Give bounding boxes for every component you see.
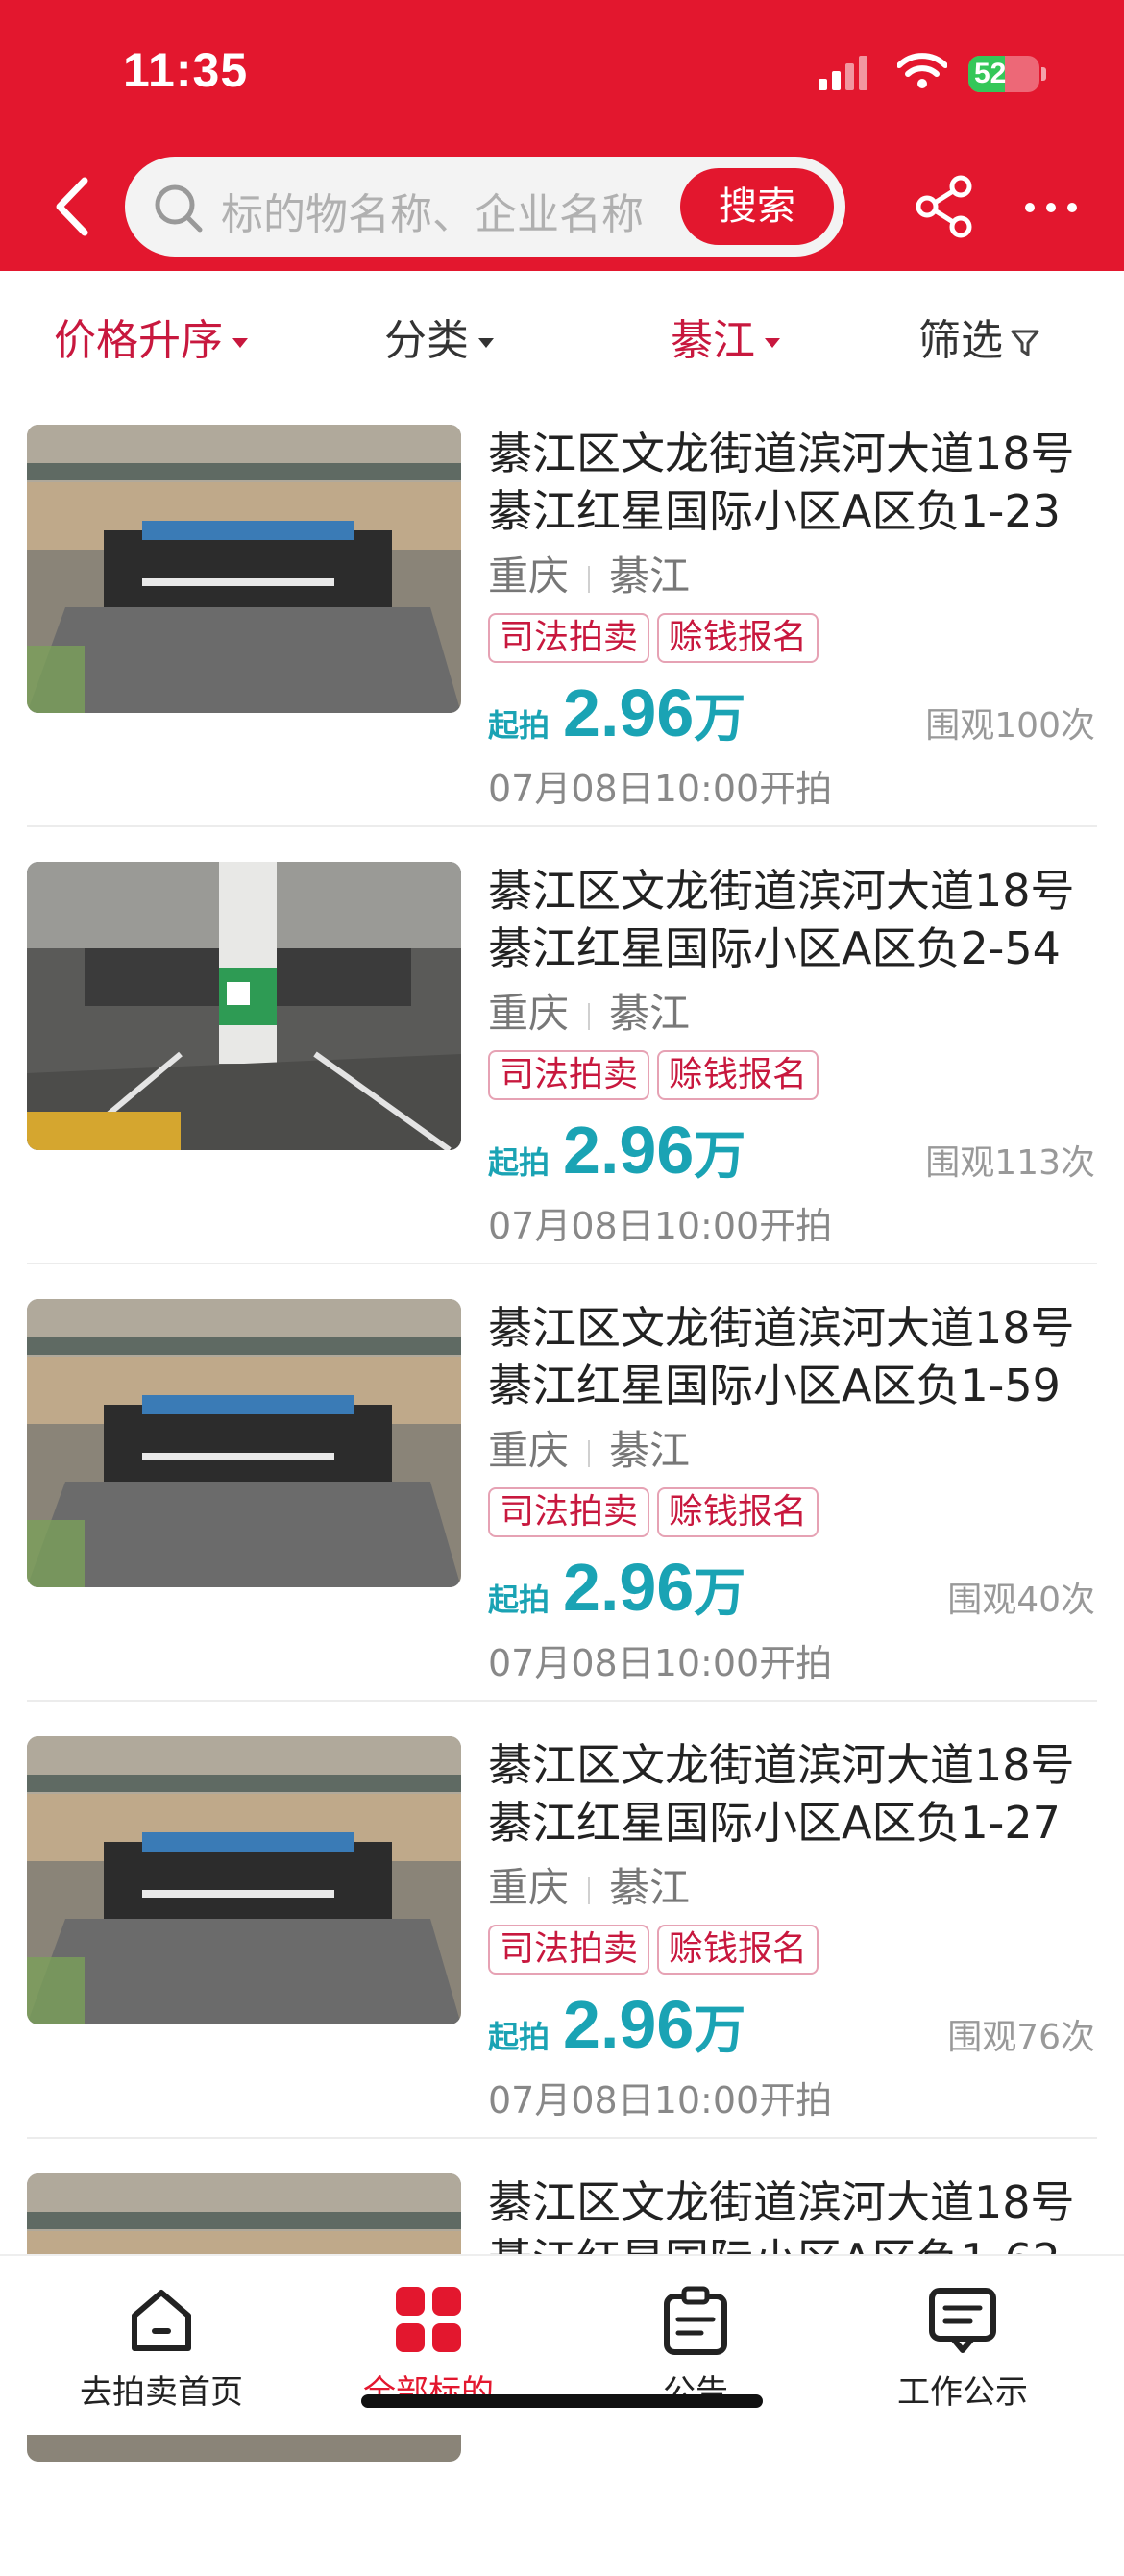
item-location: 重庆 綦江 [488,981,690,1040]
tag-credit-signup: 赊钱报名 [657,1487,819,1537]
item-location: 重庆 綦江 [488,544,690,602]
caret-down-icon [765,338,780,348]
region-filter-label: 綦江 [671,316,755,365]
price-unit: 万 [694,1999,746,2060]
item-location: 重庆 綦江 [488,1855,690,1914]
notice-icon [929,2288,996,2353]
more-icon[interactable] [1022,198,1080,217]
garage-photo [27,425,461,713]
search-button[interactable]: 搜索 [680,168,834,245]
caret-down-icon [478,338,494,348]
item-price: 起拍 2.96万 [488,1112,745,1189]
item-city: 重庆 [488,552,570,600]
price-value: 2.96 [563,675,695,750]
price-value: 2.96 [563,1113,695,1188]
item-tags: 司法拍卖 赊钱报名 [488,1050,826,1100]
item-tags: 司法拍卖 赊钱报名 [488,1925,826,1975]
tag-judicial-auction: 司法拍卖 [488,1925,650,1975]
item-title: 綦江区文龙街道滨河大道18号綦江红星国际小区A区负2-54 [488,865,1075,974]
item-district: 綦江 [609,552,691,600]
home-indicator [361,2394,763,2408]
tab-announcements[interactable]: 公告 [580,2283,811,2413]
list-item[interactable]: 綦江区文龙街道滨河大道18号綦江红星国际小区A区负1-27 重庆 綦江 司法拍卖赊… [0,1702,1124,2139]
filter-button[interactable]: 筛选 [918,306,1039,367]
price-unit: 万 [694,688,746,748]
price-value: 2.96 [563,1987,695,2062]
category-filter-label: 分类 [384,316,469,365]
status-time: 11:35 [123,43,249,97]
sort-filter[interactable]: 价格升序 [54,306,248,367]
wifi-icon [897,53,947,88]
price-unit: 万 [694,1562,746,1623]
auction-list: 綦江区文龙街道滨河大道18号綦江红星国际小区A区负1-23 重庆 綦江 司法拍卖赊… [0,390,1124,2576]
filter-bar: 价格升序 分类 綦江 筛选 [0,271,1124,390]
item-city: 重庆 [488,990,570,1037]
auction-start-time: 07月08日10:00开拍 [488,1205,833,1247]
tab-auction-home[interactable]: 去拍卖首页 [46,2283,277,2413]
filter-button-label: 筛选 [918,316,1003,365]
item-district: 綦江 [609,1427,691,1474]
tag-judicial-auction: 司法拍卖 [488,1050,650,1100]
tag-credit-signup: 赊钱报名 [657,613,819,663]
back-arrow-icon[interactable] [48,173,96,240]
item-tags: 司法拍卖 赊钱报名 [488,613,826,663]
grid-icon [396,2287,461,2352]
item-price: 起拍 2.96万 [488,1549,745,1626]
category-filter[interactable]: 分类 [384,306,494,367]
item-tags: 司法拍卖 赊钱报名 [488,1487,826,1537]
price-label: 起拍 [488,707,550,744]
price-value: 2.96 [563,1550,695,1625]
search-placeholder: 标的物名称、企业名称 [221,190,644,239]
battery-percent: 52 [974,58,1007,89]
item-title: 綦江区文龙街道滨河大道18号綦江红星国际小区A区负1-59 [488,1302,1075,1411]
tag-judicial-auction: 司法拍卖 [488,1487,650,1537]
garage-photo [27,1299,461,1587]
item-district: 綦江 [609,990,691,1037]
search-icon [155,184,203,233]
price-label: 起拍 [488,1582,550,1618]
list-item[interactable]: 綦江区文龙街道滨河大道18号綦江红星国际小区A区负1-59 重庆 綦江 司法拍卖赊… [0,1264,1124,1702]
item-title: 綦江区文龙街道滨河大道18号綦江红星国际小区A区负1-27 [488,1739,1075,1849]
item-location: 重庆 綦江 [488,1418,690,1477]
item-price: 起拍 2.96万 [488,1986,745,2063]
view-count: 围观40次 [947,1581,1095,1620]
region-filter[interactable]: 綦江 [671,306,780,367]
list-item[interactable]: 綦江区文龙街道滨河大道18号綦江红星国际小区A区负2-54 重庆 綦江 司法拍卖赊… [0,827,1124,1264]
battery-indicator: 52 [968,56,1039,92]
tag-credit-signup: 赊钱报名 [657,1050,819,1100]
item-title: 綦江区文龙街道滨河大道18号綦江红星国际小区A区负1-23 [488,428,1075,537]
funnel-icon [1011,330,1039,356]
item-city: 重庆 [488,1864,570,1911]
search-input[interactable]: 标的物名称、企业名称 搜索 [125,157,845,257]
caret-down-icon [232,338,248,348]
price-label: 起拍 [488,1144,550,1181]
tab-label: 工作公示 [897,2373,1028,2412]
tab-label: 去拍卖首页 [80,2373,243,2412]
view-count: 围观76次 [947,2018,1095,2057]
tab-all-items[interactable]: 全部标的 [313,2283,544,2413]
clipboard-icon [664,2286,727,2355]
view-count: 围观100次 [925,706,1095,746]
share-icon[interactable] [915,175,974,238]
item-district: 綦江 [609,1864,691,1911]
item-price: 起拍 2.96万 [488,675,745,751]
tag-credit-signup: 赊钱报名 [657,1925,819,1975]
auction-start-time: 07月08日10:00开拍 [488,2079,833,2122]
sort-filter-label: 价格升序 [54,316,223,365]
header: 11:35 52 标的物名称、企业名称 搜索 [0,0,1124,271]
auction-start-time: 07月08日10:00开拍 [488,768,833,810]
list-item[interactable]: 綦江区文龙街道滨河大道18号綦江红星国际小区A区负1-23 重庆 綦江 司法拍卖赊… [0,390,1124,827]
item-city: 重庆 [488,1427,570,1474]
tag-judicial-auction: 司法拍卖 [488,613,650,663]
home-icon [132,2290,191,2351]
auction-start-time: 07月08日10:00开拍 [488,1642,833,1684]
price-unit: 万 [694,1125,746,1186]
garage-photo [27,862,461,1150]
cellular-signal-icon [819,56,867,90]
view-count: 围观113次 [925,1143,1095,1183]
garage-photo [27,1736,461,2024]
tab-work-notice[interactable]: 工作公示 [847,2283,1078,2413]
price-label: 起拍 [488,2019,550,2055]
